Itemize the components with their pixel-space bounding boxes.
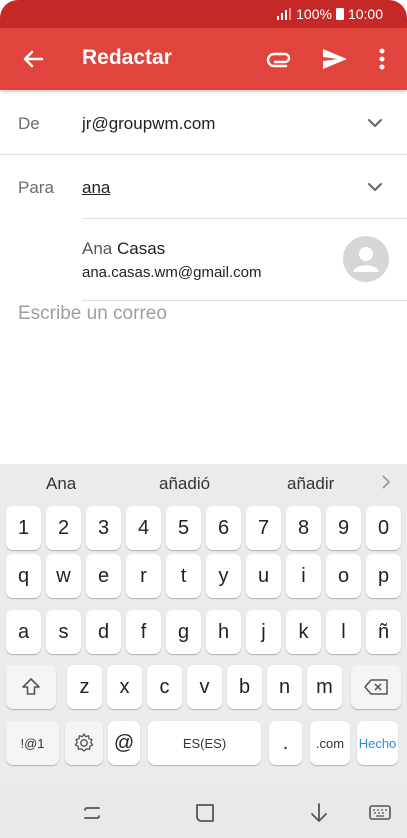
battery-icon bbox=[335, 8, 344, 20]
suggestion-first-name: Ana bbox=[82, 239, 113, 258]
app-bar: Redactar bbox=[0, 28, 407, 90]
period-key[interactable]: . bbox=[269, 721, 302, 765]
clock: 10:00 bbox=[347, 6, 383, 22]
key[interactable]: w bbox=[46, 554, 81, 598]
key[interactable]: e bbox=[86, 554, 121, 598]
status-bar: 100% 10:00 bbox=[0, 0, 407, 28]
chevron-down-icon[interactable] bbox=[306, 800, 332, 826]
chevron-down-icon[interactable] bbox=[364, 112, 386, 134]
key[interactable]: u bbox=[246, 554, 281, 598]
person-icon bbox=[353, 247, 379, 272]
key[interactable]: k bbox=[286, 610, 321, 654]
attach-icon[interactable] bbox=[266, 45, 294, 73]
to-label: Para bbox=[18, 178, 54, 197]
key[interactable]: n bbox=[267, 665, 302, 709]
key[interactable]: f bbox=[126, 610, 161, 654]
more-vert-icon[interactable] bbox=[372, 44, 392, 74]
suggestion-word[interactable]: añadió bbox=[159, 474, 210, 494]
signal-icon bbox=[277, 8, 292, 20]
key[interactable]: 7 bbox=[246, 506, 281, 550]
key[interactable]: 1 bbox=[6, 506, 41, 550]
symbols-key[interactable]: !@1 bbox=[6, 721, 59, 765]
key[interactable]: i bbox=[286, 554, 321, 598]
key[interactable]: p bbox=[366, 554, 401, 598]
key[interactable]: j bbox=[246, 610, 281, 654]
key[interactable]: q bbox=[6, 554, 41, 598]
key[interactable]: ñ bbox=[366, 610, 401, 654]
key[interactable]: y bbox=[206, 554, 241, 598]
compose-body-input[interactable]: Escribe un correo bbox=[18, 303, 167, 325]
key[interactable]: 2 bbox=[46, 506, 81, 550]
key[interactable]: 4 bbox=[126, 506, 161, 550]
from-label: De bbox=[18, 114, 40, 133]
key[interactable]: c bbox=[147, 665, 182, 709]
key[interactable]: 3 bbox=[86, 506, 121, 550]
key[interactable]: d bbox=[86, 610, 121, 654]
key[interactable]: v bbox=[187, 665, 222, 709]
key[interactable]: a bbox=[6, 610, 41, 654]
recents-icon[interactable] bbox=[79, 800, 105, 826]
key[interactable]: 8 bbox=[286, 506, 321, 550]
shift-key[interactable] bbox=[6, 665, 56, 709]
chevron-down-icon[interactable] bbox=[364, 176, 386, 198]
suggestion-last-name: Casas bbox=[116, 239, 166, 258]
space-key[interactable]: ES(ES) bbox=[148, 721, 261, 765]
home-icon[interactable] bbox=[192, 800, 218, 826]
key[interactable]: s bbox=[46, 610, 81, 654]
compose-screen: 100% 10:00 Redactar De jr@groupwm.com Pa… bbox=[0, 0, 407, 838]
key[interactable]: 0 bbox=[366, 506, 401, 550]
battery-percent: 100% bbox=[296, 6, 332, 22]
dotcom-key[interactable]: .com bbox=[310, 721, 350, 765]
divider bbox=[0, 154, 407, 155]
key[interactable]: z bbox=[67, 665, 102, 709]
to-field[interactable]: ana bbox=[82, 178, 110, 198]
navigation-bar bbox=[0, 786, 407, 838]
key[interactable]: x bbox=[107, 665, 142, 709]
page-title: Redactar bbox=[82, 46, 172, 69]
gear-icon bbox=[74, 733, 94, 752]
chevron-right-icon[interactable] bbox=[379, 473, 393, 491]
divider bbox=[82, 218, 407, 219]
suggestion-name: Ana Casas bbox=[82, 239, 165, 259]
key[interactable]: r bbox=[126, 554, 161, 598]
key[interactable]: m bbox=[307, 665, 342, 709]
backspace-icon bbox=[364, 679, 388, 695]
key[interactable]: 5 bbox=[166, 506, 201, 550]
suggestion-word[interactable]: añadir bbox=[287, 474, 334, 494]
send-icon[interactable] bbox=[320, 44, 350, 74]
divider bbox=[82, 300, 407, 301]
key[interactable]: h bbox=[206, 610, 241, 654]
key[interactable]: g bbox=[166, 610, 201, 654]
key[interactable]: o bbox=[326, 554, 361, 598]
suggestion-bar: Ana añadió añadir bbox=[0, 464, 407, 502]
avatar bbox=[343, 236, 389, 282]
suggestion-word[interactable]: Ana bbox=[46, 474, 76, 494]
at-key[interactable]: @ bbox=[108, 721, 140, 765]
settings-key[interactable] bbox=[65, 721, 103, 765]
key[interactable]: 9 bbox=[326, 506, 361, 550]
suggestion-email: ana.casas.wm@gmail.com bbox=[82, 264, 262, 281]
from-value[interactable]: jr@groupwm.com bbox=[82, 114, 215, 134]
key[interactable]: t bbox=[166, 554, 201, 598]
key[interactable]: l bbox=[326, 610, 361, 654]
key[interactable]: 6 bbox=[206, 506, 241, 550]
shift-icon bbox=[22, 678, 40, 695]
keyboard: Ana añadió añadir 1 2 3 4 5 6 7 8 9 0 q … bbox=[0, 464, 407, 786]
keyboard-icon[interactable] bbox=[367, 800, 393, 826]
done-key[interactable]: Hecho bbox=[357, 721, 398, 765]
arrow-back-icon[interactable] bbox=[18, 44, 48, 74]
backspace-key[interactable] bbox=[351, 665, 401, 709]
key[interactable]: b bbox=[227, 665, 262, 709]
